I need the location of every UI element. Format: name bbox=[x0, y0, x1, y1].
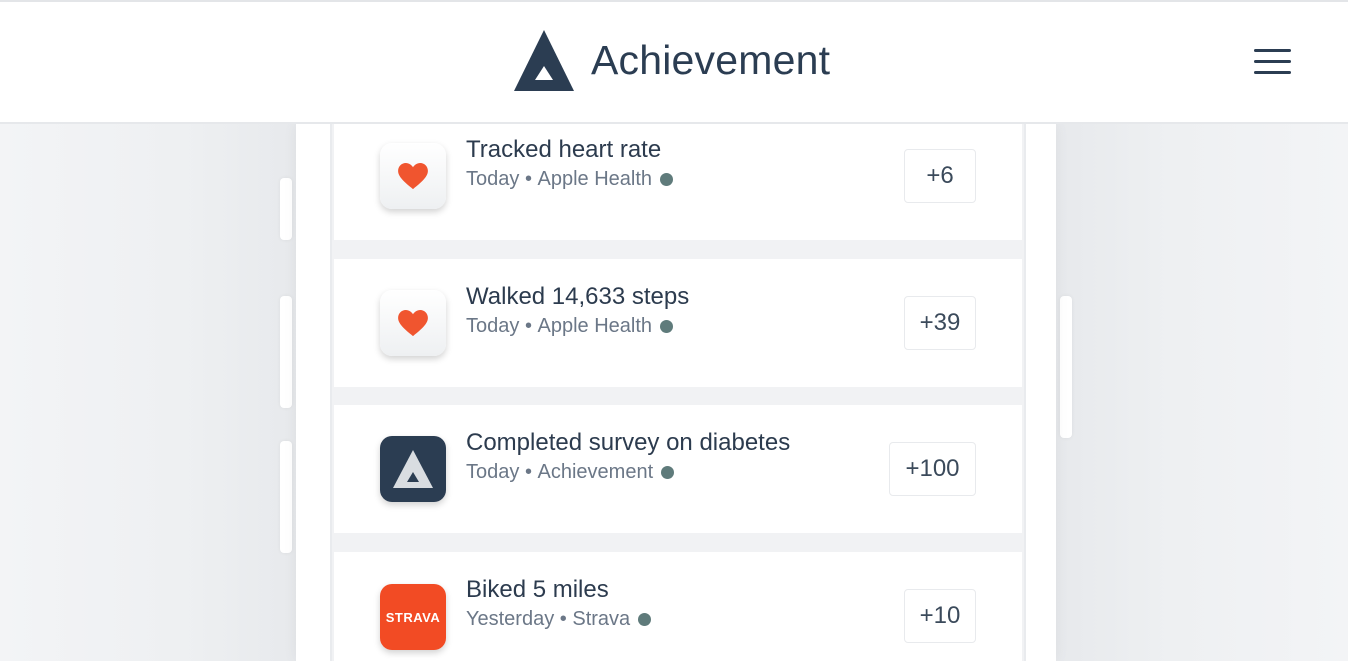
activity-card[interactable]: STRAVA Biked 5 miles Yesterday • Strava … bbox=[334, 552, 1022, 661]
points-badge: +10 bbox=[904, 589, 976, 643]
background-right bbox=[1055, 124, 1348, 661]
activity-meta: Today • Apple Health bbox=[466, 315, 674, 338]
activity-source: Strava bbox=[572, 608, 631, 630]
meta-separator: • bbox=[524, 315, 532, 337]
background-left bbox=[0, 124, 300, 661]
activity-card[interactable]: Completed survey on diabetes Today • Ach… bbox=[334, 405, 1022, 533]
points-badge: +39 bbox=[904, 296, 976, 350]
activity-title: Biked 5 miles bbox=[466, 576, 609, 603]
achievement-triangle-icon bbox=[393, 450, 433, 488]
side-tab bbox=[280, 441, 292, 553]
heart-icon bbox=[398, 162, 428, 189]
strava-app-icon: STRAVA bbox=[380, 584, 446, 650]
meta-separator: • bbox=[524, 461, 532, 483]
activity-card[interactable]: Walked 14,633 steps Today • Apple Health… bbox=[334, 259, 1022, 387]
achievement-logo-icon bbox=[514, 30, 574, 91]
activity-card[interactable]: Tracked heart rate Today • Apple Health … bbox=[334, 124, 1022, 240]
heart-icon bbox=[398, 309, 428, 336]
strava-icon: STRAVA bbox=[385, 609, 441, 625]
apple-health-app-icon bbox=[380, 290, 446, 356]
activity-meta: Yesterday • Strava bbox=[466, 608, 652, 631]
source-status-dot bbox=[660, 320, 674, 333]
side-tab bbox=[280, 178, 292, 240]
activity-date: Today bbox=[466, 315, 520, 337]
activity-title: Tracked heart rate bbox=[466, 136, 662, 163]
source-status-dot bbox=[660, 173, 674, 186]
activity-title: Walked 14,633 steps bbox=[466, 283, 690, 310]
points-badge: +100 bbox=[889, 442, 976, 496]
activity-meta: Today • Achievement bbox=[466, 461, 675, 484]
brand-logo[interactable]: Achievement bbox=[514, 30, 830, 91]
hamburger-menu-icon[interactable] bbox=[1254, 49, 1291, 75]
side-tab bbox=[280, 296, 292, 408]
activity-date: Today bbox=[466, 168, 520, 190]
meta-separator: • bbox=[524, 168, 532, 190]
brand-name: Achievement bbox=[591, 37, 831, 83]
activity-source: Apple Health bbox=[537, 315, 653, 337]
activity-source: Achievement bbox=[537, 461, 654, 483]
meta-separator: • bbox=[559, 608, 567, 630]
activity-title: Completed survey on diabetes bbox=[466, 429, 791, 456]
activity-source: Apple Health bbox=[537, 168, 653, 190]
navbar: Achievement bbox=[0, 2, 1348, 124]
side-tab bbox=[1060, 296, 1072, 438]
activity-date: Yesterday bbox=[466, 608, 555, 630]
apple-health-app-icon bbox=[380, 143, 446, 209]
activity-feed: Tracked heart rate Today • Apple Health … bbox=[330, 124, 1026, 661]
achievement-app-icon bbox=[380, 436, 446, 502]
points-badge: +6 bbox=[904, 149, 976, 203]
source-status-dot bbox=[661, 466, 675, 479]
source-status-dot bbox=[638, 613, 652, 626]
activity-date: Today bbox=[466, 461, 520, 483]
activity-meta: Today • Apple Health bbox=[466, 168, 674, 191]
